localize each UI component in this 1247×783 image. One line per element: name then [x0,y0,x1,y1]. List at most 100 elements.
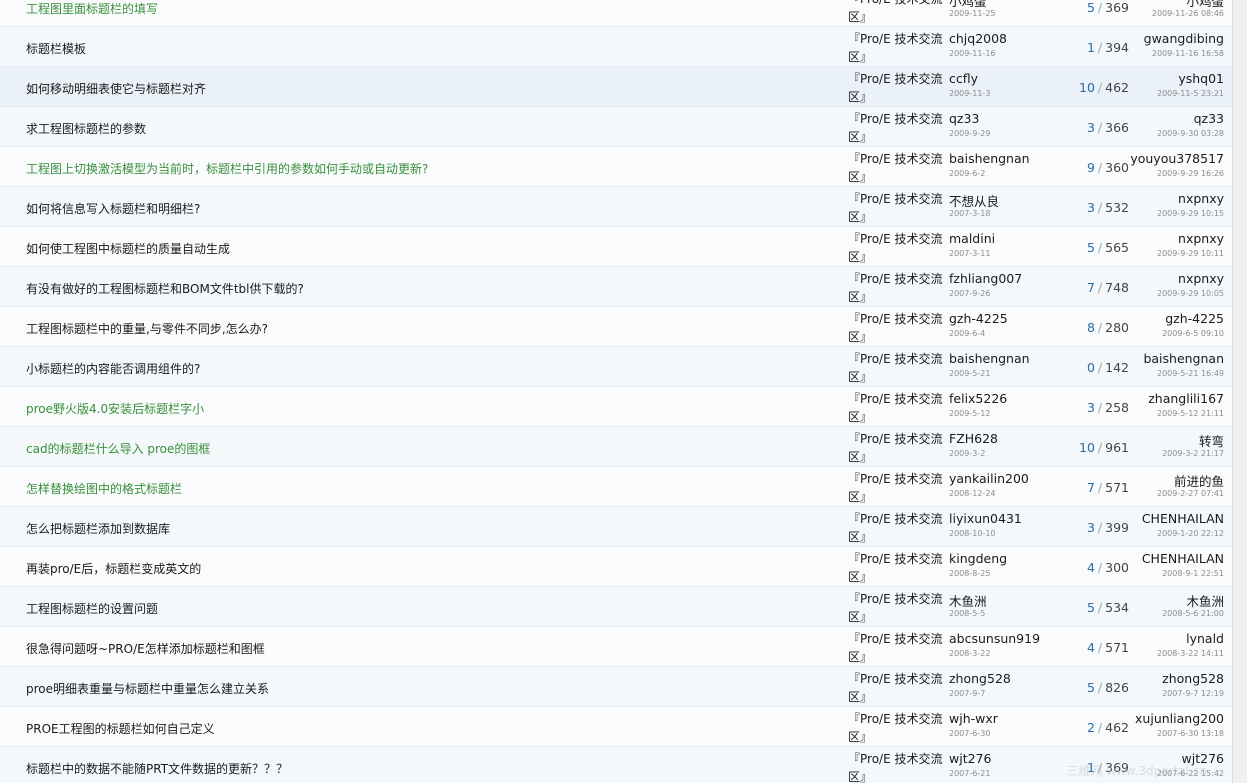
post-date: 2008-3-22 [949,649,991,658]
last-poster-link[interactable]: 转弯 [1199,431,1224,450]
thread-title-link[interactable]: 怎样替换绘图中的格式标题栏 [26,480,182,497]
author-link[interactable]: fzhliang007 [949,271,1022,286]
thread-title-link[interactable]: 小标题栏的内容能否调用组件的? [26,360,200,377]
thread-title-link[interactable]: 标题栏中的数据不能随PRT文件数据的更新？？？ [26,760,288,777]
forum-link[interactable]: 『Pro/E 技术交流区』 [848,470,948,508]
author-link[interactable]: yankailin200 [949,471,1029,486]
author-link[interactable]: wjh-wxr [949,711,998,726]
post-date: 2009-11-3 [949,89,991,98]
forum-link[interactable]: 『Pro/E 技术交流区』 [848,590,948,628]
last-post-date: 2009-3-2 21:17 [1162,449,1224,458]
post-date: 2007-9-7 [949,689,986,698]
forum-link[interactable]: 『Pro/E 技术交流区』 [848,270,948,308]
last-post-date: 2009-9-30 03:28 [1157,129,1224,138]
reply-view-stats: 4/571 [1040,640,1129,655]
post-date: 2009-5-21 [949,369,991,378]
last-post-date: 2009-5-21 16:49 [1157,369,1224,378]
author-link[interactable]: chjq2008 [949,31,1007,46]
forum-link[interactable]: 『Pro/E 技术交流区』 [848,190,948,228]
author-link[interactable]: maldini [949,231,995,246]
author-link[interactable]: abcsunsun919 [949,631,1040,646]
reply-count: 9 [1086,160,1095,175]
thread-title-link[interactable]: 怎么把标题栏添加到数据库 [26,520,170,537]
thread-title-link[interactable]: 工程图标题栏的设置问题 [26,600,158,617]
last-poster-link[interactable]: nxpnxy [1178,271,1224,286]
thread-title-link[interactable]: 如何将信息写入标题栏和明细栏? [26,200,200,217]
reply-view-stats: 1/394 [1040,40,1129,55]
thread-row: 标题栏模板 『Pro/E 技术交流区』 chjq2008 2009-11-16 1/39… [0,27,1233,67]
author-link[interactable]: zhong528 [949,671,1011,686]
forum-link[interactable]: 『Pro/E 技术交流区』 [848,510,948,548]
forum-link[interactable]: 『Pro/E 技术交流区』 [848,390,948,428]
forum-link[interactable]: 『Pro/E 技术交流区』 [848,670,948,708]
thread-title-link[interactable]: 工程图标题栏中的重量,与零件不同步,怎么办? [26,320,268,337]
forum-link[interactable]: 『Pro/E 技术交流区』 [848,70,948,108]
last-poster-link[interactable]: baishengnan [1143,351,1224,366]
author-link[interactable]: qz33 [949,111,979,126]
reply-view-stats: 7/748 [1040,280,1129,295]
thread-title-link[interactable]: 求工程图标题栏的参数 [26,120,146,137]
last-post-date: 2009-11-5 23:21 [1157,89,1224,98]
reply-count: 3 [1086,400,1095,415]
last-poster-link[interactable]: nxpnxy [1178,231,1224,246]
forum-link[interactable]: 『Pro/E 技术交流区』 [848,310,948,348]
last-poster-link[interactable]: gwangdibing [1144,31,1224,46]
forum-link[interactable]: 『Pro/E 技术交流区』 [848,230,948,268]
forum-link[interactable]: 『Pro/E 技术交流区』 [848,710,948,748]
forum-link[interactable]: 『Pro/E 技术交流区』 [848,110,948,148]
last-poster-link[interactable]: youyou378517 [1130,151,1224,166]
forum-link[interactable]: 『Pro/E 技术交流区』 [848,150,948,188]
author-link[interactable]: felix5226 [949,391,1007,406]
last-poster-link[interactable]: 前进的鱼 [1174,471,1224,490]
author-link[interactable]: baishengnan [949,351,1030,366]
thread-title-link[interactable]: 再装pro/E后，标题栏变成英文的 [26,560,201,577]
post-date: 2007-6-21 [949,769,991,778]
forum-link[interactable]: 『Pro/E 技术交流区』 [848,750,948,783]
last-poster-link[interactable]: 木鱼洲 [1186,591,1224,610]
last-poster-link[interactable]: xujunliang200 [1135,711,1224,726]
forum-link[interactable]: 『Pro/E 技术交流区』 [848,430,948,468]
forum-link[interactable]: 『Pro/E 技术交流区』 [848,630,948,668]
thread-title-link[interactable]: proe野火版4.0安装后标题栏字小 [26,400,204,417]
last-poster-link[interactable]: zhong528 [1162,671,1224,686]
author-link[interactable]: FZH628 [949,431,998,446]
author-link[interactable]: gzh-4225 [949,311,1008,326]
author-link[interactable]: wjt276 [949,751,991,766]
thread-title-link[interactable]: 标题栏模板 [26,40,86,57]
vertical-scrollbar[interactable] [1232,0,1247,783]
thread-title-link[interactable]: proe明细表重量与标题栏中重量怎么建立关系 [26,680,269,697]
thread-title-link[interactable]: 工程图上切换激活模型为当前时，标题栏中引用的参数如何手动或自动更新? [26,160,428,177]
author-link[interactable]: kingdeng [949,551,1007,566]
thread-title-link[interactable]: 有没有做好的工程图标题栏和BOM文件tbl供下载的? [26,280,304,297]
forum-link[interactable]: 『Pro/E 技术交流区』 [848,550,948,588]
forum-link[interactable]: 『Pro/E 技术交流区』 [848,30,948,68]
thread-title-link[interactable]: 如何使工程图中标题栏的质量自动生成 [26,240,230,257]
last-post-date: 2007-6-30 13:18 [1157,729,1224,738]
reply-view-stats: 3/258 [1040,400,1129,415]
author-link[interactable]: 不想从良 [949,191,999,210]
last-poster-link[interactable]: qz33 [1194,111,1224,126]
last-poster-link[interactable]: yshq01 [1178,71,1224,86]
author-link[interactable]: baishengnan [949,151,1030,166]
last-poster-link[interactable]: zhanglili167 [1148,391,1224,406]
author-link[interactable]: ccfly [949,71,978,86]
thread-title-link[interactable]: 工程图里面标题栏的填写 [26,0,158,17]
thread-title-link[interactable]: 如何移动明细表使它与标题栏对齐 [26,80,206,97]
forum-link[interactable]: 『Pro/E 技术交流区』 [848,0,948,28]
view-count: 748 [1105,280,1129,295]
view-count: 826 [1105,680,1129,695]
author-link[interactable]: liyixun0431 [949,511,1022,526]
thread-row: 如何使工程图中标题栏的质量自动生成 『Pro/E 技术交流区』 maldini 200… [0,227,1233,267]
thread-row: 工程图上切换激活模型为当前时，标题栏中引用的参数如何手动或自动更新? 『Pro/E… [0,147,1233,187]
thread-title-link[interactable]: cad的标题栏什么导入 proe的图框 [26,440,210,457]
forum-link[interactable]: 『Pro/E 技术交流区』 [848,350,948,388]
last-poster-link[interactable]: gzh-4225 [1165,311,1224,326]
reply-count: 7 [1086,280,1095,295]
last-poster-link[interactable]: nxpnxy [1178,191,1224,206]
last-poster-link[interactable]: CHENHAILAN [1142,511,1224,526]
thread-title-link[interactable]: PROE工程图的标题栏如何自己定义 [26,720,215,737]
author-link[interactable]: 木鱼洲 [949,591,987,610]
thread-title-link[interactable]: 很急得问题呀~PRO/E怎样添加标题栏和图框 [26,640,265,657]
last-poster-link[interactable]: lynald [1186,631,1224,646]
last-poster-link[interactable]: CHENHAILAN [1142,551,1224,566]
